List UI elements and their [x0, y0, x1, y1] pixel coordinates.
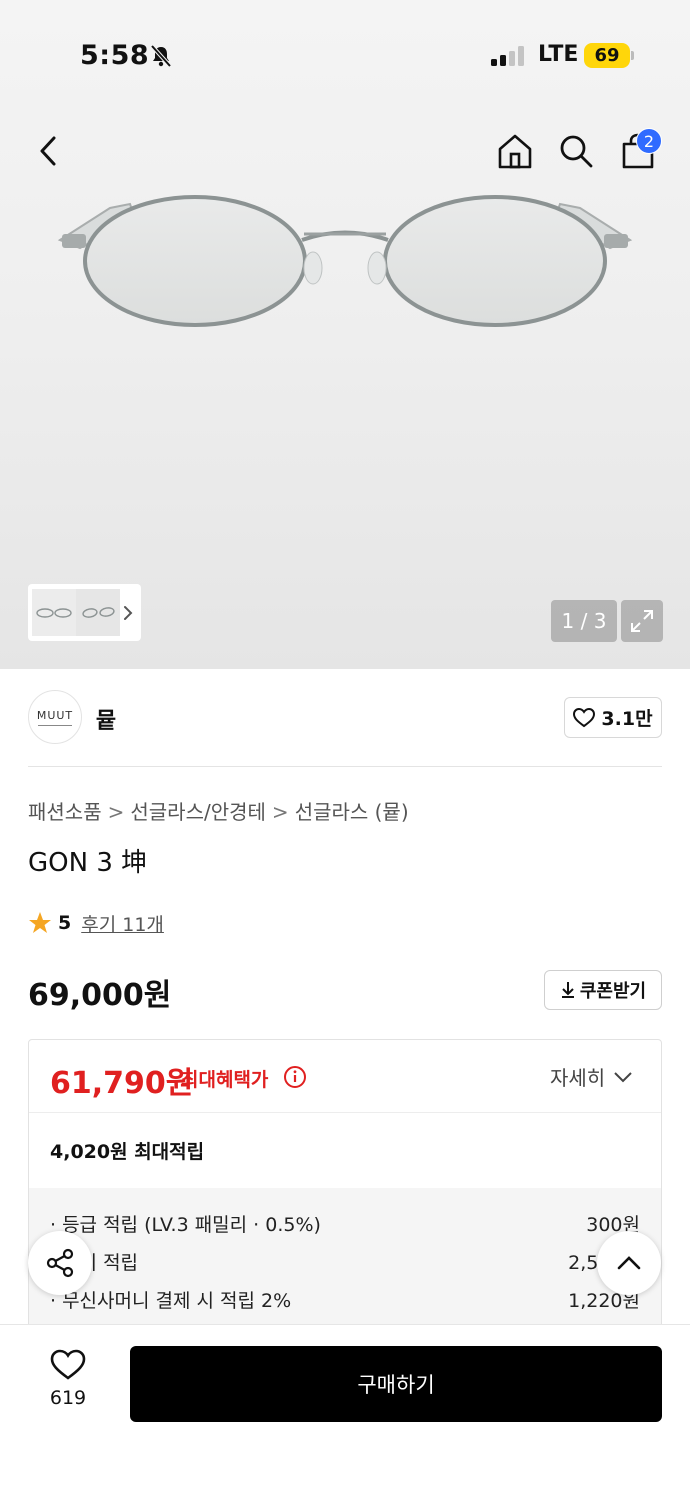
rating-row: 5 후기 11개	[28, 908, 164, 938]
image-thumbnail-strip[interactable]	[28, 584, 141, 641]
heart-icon	[573, 707, 596, 727]
cart-count-badge: 2	[636, 128, 662, 154]
breadcrumb-separator: >	[107, 800, 125, 824]
rating-score: 5	[58, 912, 72, 934]
search-icon	[560, 135, 593, 168]
network-type: LTE	[538, 42, 579, 67]
star-icon	[29, 912, 51, 933]
breadcrumb-item[interactable]: 선글라스/안경테	[130, 800, 266, 824]
chevron-left-icon	[40, 136, 56, 166]
breadcrumb-item[interactable]: 선글라스 (뮽)	[295, 800, 409, 824]
home-icon	[498, 134, 532, 169]
back-button[interactable]	[26, 129, 70, 173]
image-counter: 1 / 3	[551, 600, 617, 642]
breadcrumb-separator: >	[271, 800, 289, 824]
info-icon[interactable]	[283, 1065, 307, 1089]
wishlist-button[interactable]: 619	[38, 1349, 98, 1419]
thumbnail-2[interactable]	[76, 589, 120, 636]
points-row-label: · 무신사머니 결제 시 적립 2%	[50, 1290, 292, 1312]
chevron-up-icon	[617, 1256, 641, 1270]
thumbnail-1[interactable]	[32, 589, 76, 636]
points-row: · 무신사머니 결제 시 적립 2% 1,220원	[50, 1286, 640, 1316]
thumbnail-glasses-icon	[82, 607, 115, 618]
brand-logo-text: MUUT	[36, 708, 74, 722]
breadcrumb: 패션소품 > 선글라스/안경테 > 선글라스 (뮽)	[28, 796, 409, 825]
benefit-detail-toggle[interactable]: 자세히	[550, 1062, 633, 1091]
scroll-top-button[interactable]	[597, 1231, 661, 1295]
max-benefit-label: 최대혜택가	[181, 1069, 269, 1091]
share-icon	[46, 1248, 74, 1278]
coupon-button[interactable]: 쿠폰받기	[544, 970, 662, 1010]
bell-off-icon	[150, 44, 172, 68]
points-total: 4,020원 최대적립	[50, 1141, 205, 1163]
battery-tip	[631, 51, 634, 60]
thumbnail-glasses-icon	[36, 608, 72, 618]
chevron-down-icon	[614, 1071, 632, 1082]
brand-logo-underline	[38, 724, 72, 726]
wishlist-count: 619	[49, 1387, 87, 1409]
divider	[28, 766, 662, 767]
battery-indicator: 69	[584, 43, 630, 68]
points-breakdown: · 등급 적립 (LV.3 패밀리 · 0.5%) 300원 · 후기 적립 2…	[29, 1188, 661, 1338]
fullscreen-button[interactable]	[621, 600, 663, 642]
home-button[interactable]	[493, 129, 537, 173]
brand-like-count: 3.1만	[601, 708, 653, 730]
product-title: GON 3 坤	[28, 848, 148, 878]
coupon-button-label: 쿠폰받기	[579, 981, 647, 1002]
download-icon	[561, 982, 574, 998]
chevron-right-icon[interactable]	[120, 600, 138, 626]
breadcrumb-item[interactable]: 패션소품	[28, 800, 102, 824]
search-button[interactable]	[554, 129, 598, 173]
product-image-gallery[interactable]: 5:58 LTE 69 2 1 / 3	[0, 0, 690, 669]
benefit-box: 61,790원 최대혜택가 자세히 4,020원 최대적립 · 등급 적립 (L…	[28, 1039, 662, 1339]
points-row: · 후기 적립 2,500원	[50, 1248, 640, 1278]
benefit-header: 61,790원 최대혜택가 자세히	[29, 1040, 661, 1113]
bottom-action-bar: 619 구매하기	[0, 1324, 690, 1500]
share-button[interactable]	[28, 1231, 92, 1295]
status-time: 5:58	[80, 40, 150, 71]
brand-like-button[interactable]: 3.1만	[564, 697, 662, 738]
brand-logo[interactable]: MUUT	[28, 690, 82, 744]
product-price: 69,000원	[28, 978, 172, 1013]
heart-icon	[50, 1349, 86, 1380]
points-row-label: · 등급 적립 (LV.3 패밀리 · 0.5%)	[50, 1214, 321, 1236]
signal-icon	[491, 46, 524, 66]
product-image	[57, 195, 633, 327]
buy-button[interactable]: 구매하기	[130, 1346, 662, 1422]
brand-name[interactable]: 뮽	[96, 703, 116, 735]
status-bar: 5:58 LTE 69	[0, 30, 690, 86]
detail-label: 자세히	[550, 1066, 606, 1090]
max-benefit-price: 61,790원	[50, 1066, 194, 1101]
points-row: · 등급 적립 (LV.3 패밀리 · 0.5%) 300원	[50, 1210, 640, 1240]
review-link[interactable]: 후기 11개	[81, 910, 164, 937]
expand-icon	[631, 610, 653, 632]
